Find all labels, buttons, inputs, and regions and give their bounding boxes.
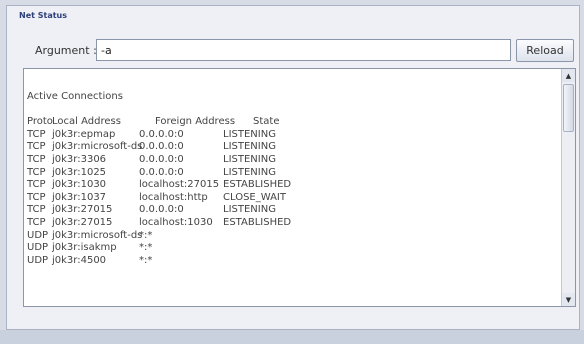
row-local-address: j0k3r:1037 <box>52 191 107 203</box>
reload-button[interactable]: Reload <box>516 39 574 62</box>
column-header-proto: Proto <box>27 116 53 128</box>
row-local-address: j0k3r:27015 <box>52 204 113 216</box>
row-state: ESTABLISHED <box>223 179 292 191</box>
scroll-down-icon[interactable]: ▼ <box>562 293 575 306</box>
row-proto: TCP <box>27 153 46 165</box>
row-proto: UDP <box>27 229 49 241</box>
row-foreign-address: localhost:1030 <box>139 216 213 228</box>
row-proto: UDP <box>27 254 49 266</box>
connection-row: TCP j0k3r:27015 0.0.0.0:0 LISTENING <box>27 204 557 217</box>
column-header-foreign-address: Foreign Address <box>155 116 236 128</box>
connection-row: UDP j0k3r:microsoft-ds *:* <box>27 230 557 243</box>
row-foreign-address: 0.0.0.0:0 <box>139 141 184 153</box>
row-local-address: j0k3r:isakmp <box>52 242 117 254</box>
column-header-row: Proto Local Address Foreign Address Stat… <box>27 116 557 129</box>
panel-title: Net Status <box>19 11 67 20</box>
connection-row: TCP j0k3r:microsoft-ds 0.0.0.0:0 LISTENING <box>27 141 557 154</box>
row-foreign-address: *:* <box>139 242 153 254</box>
connection-row: TCP j0k3r:1030 localhost:27015 ESTABLISHED <box>27 179 557 192</box>
column-header-local-address: Local Address <box>52 116 121 128</box>
connection-row: UDP j0k3r:isakmp *:* <box>27 242 557 255</box>
row-local-address: j0k3r:microsoft-ds <box>52 141 143 153</box>
row-local-address: j0k3r:microsoft-ds <box>52 229 143 241</box>
connection-row: TCP j0k3r:epmap 0.0.0.0:0 LISTENING <box>27 129 557 142</box>
net-status-panel: Net Status Argument : Reload Active Conn… <box>6 5 580 330</box>
row-local-address: j0k3r:27015 <box>52 216 113 228</box>
row-state: ESTABLISHED <box>223 216 292 228</box>
vertical-scrollbar[interactable]: ▲ ▼ <box>561 69 575 306</box>
row-proto: TCP <box>27 166 46 178</box>
connection-row: UDP j0k3r:4500 *:* <box>27 255 557 268</box>
scroll-up-icon[interactable]: ▲ <box>562 69 575 82</box>
output-heading: Active Connections <box>27 91 123 102</box>
argument-label: Argument : <box>35 44 97 57</box>
connection-row: TCP j0k3r:3306 0.0.0.0:0 LISTENING <box>27 154 557 167</box>
row-local-address: j0k3r:1030 <box>52 179 107 191</box>
row-foreign-address: localhost:27015 <box>139 179 220 191</box>
output-text: Active Connections Proto Local Address F… <box>27 91 557 267</box>
output-text-area[interactable]: Active Connections Proto Local Address F… <box>23 68 576 307</box>
row-foreign-address: *:* <box>139 229 153 241</box>
column-header-state: State <box>253 116 280 128</box>
row-proto: TCP <box>27 179 46 191</box>
row-foreign-address: 0.0.0.0:0 <box>139 204 184 216</box>
row-foreign-address: *:* <box>139 254 153 266</box>
row-proto: TCP <box>27 191 46 203</box>
row-state: LISTENING <box>223 153 276 165</box>
argument-input[interactable] <box>96 39 511 61</box>
row-local-address: j0k3r:epmap <box>52 128 116 140</box>
connection-row: TCP j0k3r:1037 localhost:http CLOSE_WAIT <box>27 192 557 205</box>
row-proto: TCP <box>27 128 46 140</box>
row-state: LISTENING <box>223 166 276 178</box>
row-proto: TCP <box>27 216 46 228</box>
row-foreign-address: 0.0.0.0:0 <box>139 166 184 178</box>
connection-row: TCP j0k3r:1025 0.0.0.0:0 LISTENING <box>27 167 557 180</box>
row-state: LISTENING <box>223 204 276 216</box>
row-local-address: j0k3r:4500 <box>52 254 107 266</box>
row-proto: TCP <box>27 141 46 153</box>
row-state: CLOSE_WAIT <box>223 191 286 203</box>
row-proto: TCP <box>27 204 46 216</box>
row-local-address: j0k3r:3306 <box>52 153 107 165</box>
connection-row: TCP j0k3r:27015 localhost:1030 ESTABLISHED <box>27 217 557 230</box>
row-foreign-address: localhost:http <box>139 191 208 203</box>
output-blank-line <box>27 104 557 117</box>
row-local-address: j0k3r:1025 <box>52 166 107 178</box>
row-state: LISTENING <box>223 141 276 153</box>
window-bottom-strip <box>0 330 584 344</box>
row-state: LISTENING <box>223 128 276 140</box>
row-foreign-address: 0.0.0.0:0 <box>139 153 184 165</box>
row-proto: UDP <box>27 242 49 254</box>
scroll-thumb[interactable] <box>563 84 574 132</box>
row-foreign-address: 0.0.0.0:0 <box>139 128 184 140</box>
